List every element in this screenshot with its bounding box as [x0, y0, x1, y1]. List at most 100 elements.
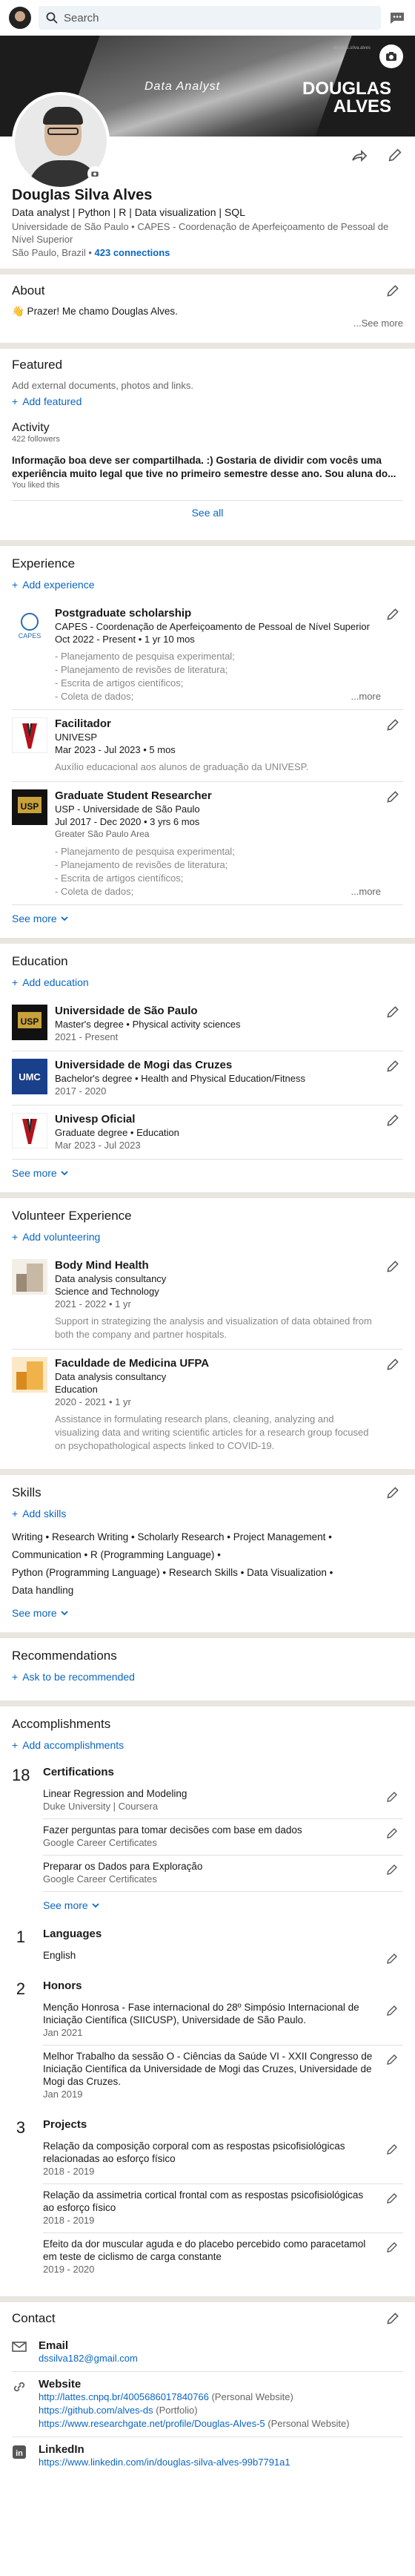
- desc-line: - Escrita de artigos científicos;: [55, 873, 184, 884]
- add-experience-link[interactable]: + Add experience: [12, 579, 403, 591]
- edit-contact-pencil-icon[interactable]: [385, 2311, 400, 2326]
- edit-project-pencil-icon[interactable]: [385, 2192, 399, 2205]
- skills-see-more[interactable]: See more: [12, 1600, 403, 1623]
- website-link[interactable]: https://github.com/alves-ds: [39, 2405, 153, 2416]
- univesp-logo: [12, 1113, 47, 1149]
- email-link[interactable]: dssilva182@gmail.com: [39, 2352, 138, 2365]
- edit-about-pencil-icon[interactable]: [385, 283, 400, 298]
- email-label: Email: [39, 2339, 69, 2352]
- share-icon[interactable]: [350, 147, 368, 172]
- volunteer-org: Faculdade de Medicina UFPA: [55, 1357, 210, 1370]
- linkedin-link[interactable]: https://www.linkedin.com/in/douglas-silv…: [39, 2456, 290, 2469]
- experience-item[interactable]: CAPES Postgraduate scholarship CAPES - C…: [12, 599, 403, 710]
- activity-post[interactable]: Informação boa deve ser compartilhada. :…: [12, 454, 403, 481]
- project-item[interactable]: Relação da composição corporal com as re…: [43, 2135, 403, 2184]
- education-dates: 2021 - Present: [55, 1031, 119, 1042]
- add-skills-label: Add skills: [22, 1508, 67, 1519]
- honors-group: 2 Honors Menção Honrosa - Fase internaci…: [12, 1974, 403, 2112]
- edit-education-pencil-icon[interactable]: [385, 1113, 400, 1128]
- language-item[interactable]: English: [43, 1945, 403, 1968]
- search-input[interactable]: Search: [39, 6, 381, 30]
- edit-project-pencil-icon[interactable]: [385, 2241, 399, 2254]
- edit-honor-pencil-icon[interactable]: [385, 2004, 399, 2017]
- edit-education-pencil-icon[interactable]: [385, 1005, 400, 1019]
- svg-text:CAPES: CAPES: [19, 632, 42, 640]
- experience-item[interactable]: Facilitador UNIVESP Mar 2023 - Jul 2023 …: [12, 710, 403, 782]
- volunteer-item[interactable]: Body Mind Health Data analysis consultan…: [12, 1252, 403, 1350]
- website-link[interactable]: https://www.researchgate.net/profile/Dou…: [39, 2418, 265, 2429]
- messaging-icon[interactable]: [388, 9, 406, 27]
- edit-education-pencil-icon[interactable]: [385, 1059, 400, 1074]
- skills-line: Communication • R (Programming Language)…: [12, 1549, 221, 1560]
- desc-line: - Escrita de artigos científicos;: [55, 677, 184, 689]
- profile-avatar-small[interactable]: [9, 7, 31, 29]
- education-item[interactable]: UMC Universidade de Mogi das Cruzes Bach…: [12, 1051, 403, 1105]
- about-see-more[interactable]: ...See more: [12, 318, 403, 329]
- see-more-label: See more: [12, 1167, 57, 1179]
- banner-tiny-text: douglas.silva.alves: [333, 46, 371, 50]
- volunteer-description: Assistance in formulating research plans…: [55, 1413, 369, 1451]
- add-accomplishments-label: Add accomplishments: [22, 1739, 124, 1751]
- edit-banner-camera-icon[interactable]: [379, 45, 403, 68]
- edit-volunteer-pencil-icon[interactable]: [385, 1357, 400, 1372]
- volunteer-dates: 2021 - 2022 • 1 yr: [55, 1298, 131, 1310]
- certification-item[interactable]: Preparar os Dados para Exploração Google…: [43, 1856, 403, 1892]
- profile-education-summary: Universidade de São Paulo • CAPES - Coor…: [12, 221, 389, 245]
- edit-certification-pencil-icon[interactable]: [385, 1790, 399, 1804]
- edit-experience-pencil-icon[interactable]: [385, 789, 400, 804]
- edit-certification-pencil-icon[interactable]: [385, 1827, 399, 1840]
- experience-see-more[interactable]: See more: [12, 905, 403, 929]
- ask-recommendation-link[interactable]: + Ask to be recommended: [12, 1671, 403, 1683]
- edit-intro-pencil-icon[interactable]: [387, 147, 403, 172]
- education-title: Education: [12, 954, 68, 968]
- experience-dates: Jul 2017 - Dec 2020 • 3 yrs 6 mos: [55, 816, 200, 827]
- project-item[interactable]: Relação da assimetria cortical frontal c…: [43, 2184, 403, 2233]
- experience-dates: Mar 2023 - Jul 2023 • 5 mos: [55, 744, 176, 755]
- education-see-more[interactable]: See more: [12, 1160, 403, 1183]
- edit-experience-pencil-icon[interactable]: [385, 607, 400, 622]
- education-item[interactable]: USP Universidade de São Paulo Master's d…: [12, 997, 403, 1051]
- projects-title: Projects: [43, 2118, 87, 2131]
- about-text: 👋 Prazer! Me chamo Douglas Alves.: [12, 306, 178, 317]
- certifications-see-more[interactable]: See more: [43, 1892, 403, 1916]
- project-dates: 2019 - 2020: [43, 2264, 95, 2275]
- edit-skills-pencil-icon[interactable]: [385, 1485, 400, 1500]
- edit-certification-pencil-icon[interactable]: [385, 1863, 399, 1876]
- certification-name: Fazer perguntas para tomar decisões com …: [43, 1824, 302, 1836]
- honor-item[interactable]: Melhor Trabalho da sessão O - Ciências d…: [43, 2046, 403, 2106]
- project-name: Relação da assimetria cortical frontal c…: [43, 2189, 364, 2213]
- education-dates: 2017 - 2020: [55, 1085, 107, 1097]
- usp-logo: USP: [12, 1005, 47, 1040]
- certification-item[interactable]: Fazer perguntas para tomar decisões com …: [43, 1819, 403, 1856]
- website-type: (Personal Website): [265, 2418, 350, 2429]
- certification-item[interactable]: Linear Regression and Modeling Duke Univ…: [43, 1783, 403, 1819]
- edit-honor-pencil-icon[interactable]: [385, 2053, 399, 2066]
- section-divider: [0, 1192, 415, 1198]
- section-divider: [0, 540, 415, 546]
- volunteer-description: Support in strategizing the analysis and…: [55, 1315, 372, 1340]
- project-item[interactable]: Efeito da dor muscular aguda e do placeb…: [43, 2233, 403, 2281]
- edit-project-pencil-icon[interactable]: [385, 2143, 399, 2156]
- honor-item[interactable]: Menção Honrosa - Fase internacional do 2…: [43, 1997, 403, 2046]
- accomplishments-section: Accomplishments + Add accomplishments 18…: [0, 1706, 415, 2296]
- edit-language-pencil-icon[interactable]: [385, 1952, 399, 1965]
- skills-line: Writing • Research Writing • Scholarly R…: [12, 1531, 332, 1542]
- education-item[interactable]: Univesp Oficial Graduate degree • Educat…: [12, 1105, 403, 1160]
- add-education-link[interactable]: + Add education: [12, 976, 403, 988]
- add-volunteering-link[interactable]: + Add volunteering: [12, 1231, 403, 1243]
- edit-photo-camera-icon[interactable]: [87, 166, 102, 181]
- experience-title: Experience: [12, 556, 76, 571]
- website-link[interactable]: http://lattes.cnpq.br/4005686017840766: [39, 2391, 209, 2402]
- experience-location: Greater São Paulo Area: [55, 829, 150, 839]
- svg-text:in: in: [16, 2449, 23, 2458]
- activity-see-all[interactable]: See all: [192, 507, 224, 519]
- edit-volunteer-pencil-icon[interactable]: [385, 1259, 400, 1274]
- connections-link[interactable]: 423 connections: [95, 247, 170, 258]
- add-skills-link[interactable]: + Add skills: [12, 1508, 403, 1519]
- skills-section: Skills + Add skills Writing • Research W…: [0, 1475, 415, 1632]
- volunteer-item[interactable]: Faculdade de Medicina UFPA Data analysis…: [12, 1350, 403, 1460]
- experience-item[interactable]: USP Graduate Student Researcher USP - Un…: [12, 782, 403, 905]
- add-featured-link[interactable]: + Add featured: [12, 395, 403, 407]
- edit-experience-pencil-icon[interactable]: [385, 717, 400, 732]
- add-accomplishments-link[interactable]: + Add accomplishments: [12, 1739, 403, 1751]
